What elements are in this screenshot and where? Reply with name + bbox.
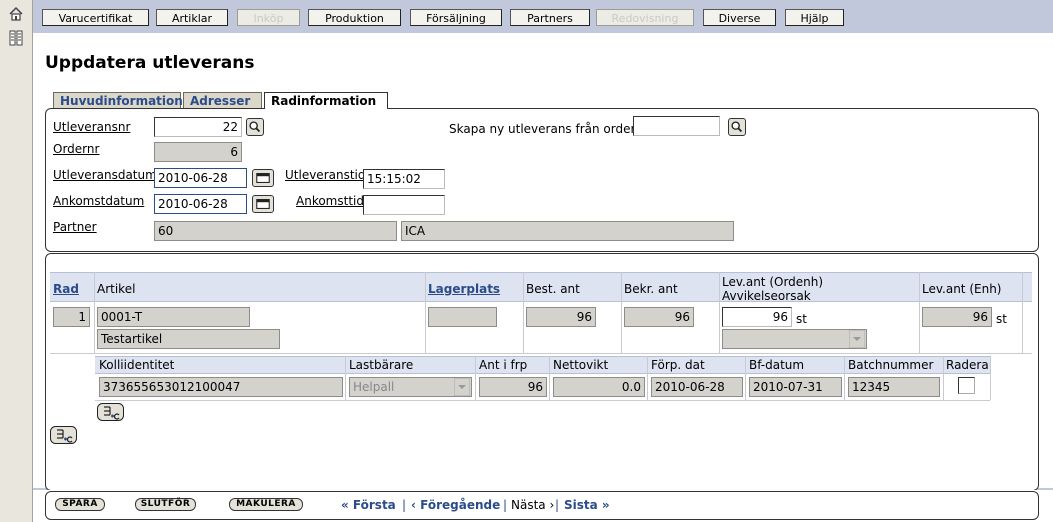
utleveransnr-label: Utleveransnr (53, 120, 131, 134)
nav-inkop: Inköp (237, 9, 300, 26)
radera-checkbox[interactable] (958, 377, 975, 394)
col-best-ant: Best. ant (526, 282, 580, 296)
ankomstdatum-label: Ankomstdatum (53, 194, 145, 208)
avvikelseorsak-select (722, 329, 867, 349)
col-lev-ant-enh: Lev.ant (Enh) (922, 282, 1002, 296)
row-rad-field: 1 (53, 307, 90, 327)
row-lev-ant-enh-field: 96 (922, 307, 992, 327)
col-lagerplats[interactable]: Lagerplats (428, 282, 500, 296)
batchnummer-field: 12345 (848, 377, 940, 397)
content-area: Varucertifikat Artiklar Inköp Produktion… (33, 0, 1053, 522)
ant-i-frp-field: 96 (479, 377, 547, 397)
row-lagerplats-field (428, 307, 497, 327)
skapa-order-field[interactable] (633, 116, 720, 136)
left-toolbar (0, 0, 33, 522)
chevron-down-icon (454, 378, 470, 396)
top-navigation: Varucertifikat Artiklar Inköp Produktion… (33, 0, 1053, 33)
spara-button[interactable]: SPARA (55, 498, 105, 511)
col-kolliidentitet: Kolliidentitet (99, 358, 175, 372)
col-nettovikt: Nettovikt (553, 358, 609, 372)
footer-bar: SPARA SLUTFÖR MAKULERA « Första | ‹ Före… (33, 490, 1053, 522)
ordernr-field: 6 (154, 142, 242, 162)
col-ant-i-frp: Ant i frp (479, 358, 528, 372)
pager-last-link[interactable]: Sista » (564, 498, 610, 512)
tab-radinformation[interactable]: Radinformation (264, 92, 388, 109)
col-forp-dat: Förp. dat (651, 358, 705, 372)
pager-separator: | (555, 498, 560, 512)
col-bf-datum: Bf-datum (749, 358, 805, 372)
nav-forsaljning[interactable]: Försäljning (410, 9, 502, 26)
partner-name-field: ICA (401, 221, 734, 241)
add-row-icon[interactable] (50, 426, 77, 444)
partner-id-field: 60 (154, 221, 397, 241)
search-icon[interactable] (246, 118, 264, 136)
unit-label: st (996, 312, 1007, 326)
row-best-ant-field: 96 (526, 307, 596, 327)
unit-label: st (796, 312, 807, 326)
utleveransnr-field[interactable]: 22 (154, 117, 242, 137)
add-kolli-icon[interactable] (97, 403, 124, 421)
ankomsttid-field[interactable] (363, 195, 445, 215)
forp-dat-field: 2010-06-28 (651, 377, 743, 397)
pager-previous-link[interactable]: ‹ Föregående (411, 498, 500, 512)
pager-separator: | (503, 498, 508, 512)
makulera-button[interactable]: MAKULERA (229, 498, 303, 511)
nav-produktion[interactable]: Produktion (308, 9, 401, 26)
ordernr-label: Ordernr (53, 142, 100, 156)
partner-label: Partner (53, 220, 97, 234)
tab-huvudinformation[interactable]: Huvudinformation (53, 92, 183, 108)
col-lev-ant-ordenh: Lev.ant (Ordenh) (722, 275, 824, 289)
home-icon[interactable] (8, 6, 24, 22)
bf-datum-field: 2010-07-31 (749, 377, 842, 397)
search-icon[interactable] (728, 118, 746, 136)
ankomsttid-label: Ankomsttid (296, 194, 364, 208)
utleveransdatum-field[interactable]: 2010-06-28 (154, 168, 247, 188)
col-rad[interactable]: Rad (53, 282, 79, 296)
row-bekr-ant-field: 96 (624, 307, 694, 327)
pager-first-link[interactable]: « Första (341, 498, 396, 512)
nav-redovisning: Redovisning (596, 9, 694, 26)
utleveranstid-label: Utleveranstid (285, 168, 366, 182)
menu-columns-icon[interactable] (8, 30, 24, 46)
slutfor-button[interactable]: SLUTFÖR (135, 498, 196, 511)
col-avvikelseorsak: Avvikelseorsak (722, 289, 811, 303)
row-lev-ant-ordenh-field[interactable]: 96 (722, 307, 792, 327)
col-lastbarare: Lastbärare (349, 358, 414, 372)
col-batchnummer: Batchnummer (848, 358, 934, 372)
utleveransdatum-label: Utleveransdatum (53, 168, 157, 182)
nav-partners[interactable]: Partners (510, 9, 590, 26)
nav-varucertifikat[interactable]: Varucertifikat (42, 9, 149, 26)
calendar-icon[interactable] (252, 169, 274, 187)
ankomstdatum-field[interactable]: 2010-06-28 (154, 194, 247, 214)
col-bekr-ant: Bekr. ant (624, 282, 678, 296)
main-area: Uppdatera utleverans Huvudinformation Ad… (33, 33, 1053, 491)
col-artikel: Artikel (97, 282, 136, 296)
nav-artiklar[interactable]: Artiklar (156, 9, 228, 26)
nav-hjalp[interactable]: Hjälp (785, 9, 844, 26)
row-artikel-namn-field: Testartikel (97, 329, 280, 349)
pager-next-label: Nästa › (511, 498, 555, 512)
skapa-label: Skapa ny utleverans från order (449, 122, 636, 136)
page-title: Uppdatera utleverans (45, 53, 255, 73)
col-radera: Radera (946, 358, 989, 372)
calendar-icon[interactable] (252, 195, 274, 213)
row-artikel-nr-field: 0001-T (97, 307, 250, 327)
nav-diverse[interactable]: Diverse (703, 9, 776, 26)
kolliidentitet-field: 373655653012100047 (99, 377, 343, 397)
pager-separator: | (402, 498, 407, 512)
tab-adresser[interactable]: Adresser (183, 92, 262, 108)
utleveranstid-field[interactable]: 15:15:02 (363, 169, 445, 189)
chevron-down-icon (849, 330, 865, 348)
nettovikt-field: 0.0 (553, 377, 645, 397)
